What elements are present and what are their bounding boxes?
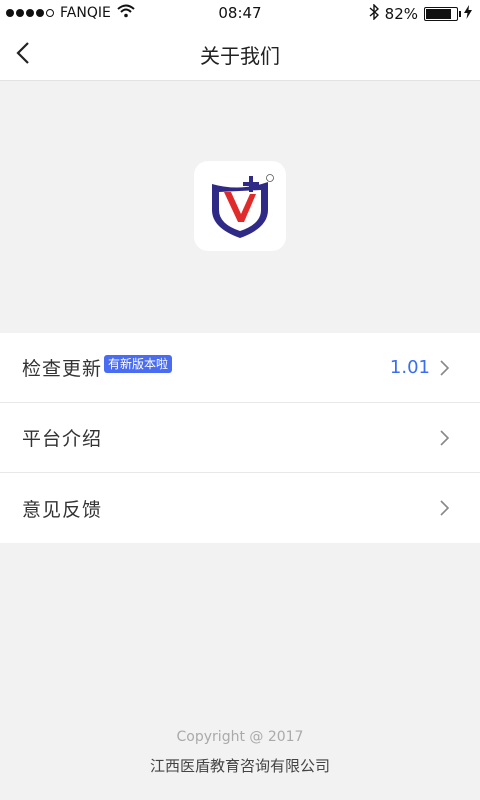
chevron-right-icon: [440, 500, 450, 516]
new-version-badge: 有新版本啦: [104, 354, 173, 373]
platform-intro-row[interactable]: 平台介绍: [0, 403, 480, 473]
footer: Copyright @ 2017 江西医盾教育咨询有限公司: [0, 729, 480, 776]
chevron-right-icon: [440, 430, 450, 446]
version-value: 1.01: [389, 357, 430, 378]
copyright-text: Copyright @ 2017: [176, 729, 304, 745]
page-title: 关于我们: [200, 44, 280, 68]
status-right: 82%: [369, 3, 472, 24]
battery-icon: [424, 7, 461, 21]
menu-item-label: 意见反馈: [22, 498, 103, 521]
app-logo-shield-icon: [212, 174, 274, 238]
battery-percent: 82%: [384, 5, 418, 23]
menu-item-label: 检查更新: [22, 358, 103, 380]
menu-item-label: 平台介绍: [22, 428, 103, 450]
check-update-row[interactable]: 检查更新 有新版本啦 1.01: [0, 333, 480, 403]
nav-bar: 关于我们: [0, 26, 480, 81]
settings-menu: 检查更新 有新版本啦 1.01 平台介绍 意见反馈: [0, 333, 480, 543]
status-bar: FANQIE 08:47 82%: [0, 0, 480, 26]
chevron-right-icon: [440, 360, 450, 376]
bluetooth-icon: [369, 3, 379, 24]
charging-bolt-icon: [464, 5, 472, 23]
app-logo: [194, 161, 286, 251]
battery-fill: [426, 9, 451, 19]
feedback-row[interactable]: 意见反馈: [0, 473, 480, 543]
company-name: 江西医盾教育咨询有限公司: [149, 757, 330, 775]
